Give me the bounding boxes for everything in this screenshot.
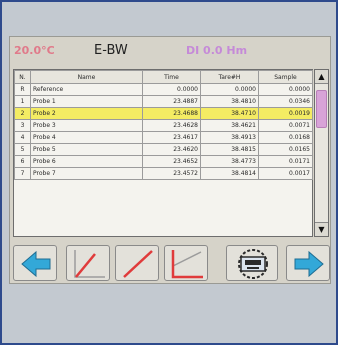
cell-tare: 38.4710: [200, 107, 259, 120]
cell-name: Reference: [30, 83, 143, 96]
table-row[interactable]: 1 Probe 1 23.4887 38.4810 0.0346: [14, 95, 313, 108]
table-header-row: N. Name Time Tare#H Sample: [14, 70, 313, 84]
chevron-down-icon[interactable]: ▼: [315, 222, 328, 236]
cell-tare: 38.4810: [200, 95, 259, 108]
header-number: N.: [14, 70, 31, 84]
table-row[interactable]: 2 Probe 2 23.4688 38.4710 0.0019: [14, 107, 313, 120]
cell-tare: 38.4621: [200, 119, 259, 132]
cell-tare: 38.4773: [200, 155, 259, 168]
cell-tare: 38.4815: [200, 143, 259, 156]
line-mode-1-button[interactable]: [66, 245, 110, 281]
header-name: Name: [30, 70, 143, 84]
cell-sample: 0.0168: [258, 131, 313, 144]
cell-time: 23.4688: [142, 107, 201, 120]
cell-name: Probe 1: [30, 95, 143, 108]
cell-time: 23.4617: [142, 131, 201, 144]
line-mode-2-button[interactable]: [115, 245, 159, 281]
cell-tare: 38.4913: [200, 131, 259, 144]
header-time: Time: [142, 70, 201, 84]
cell-time: 23.4628: [142, 119, 201, 132]
cell-sample: 0.0017: [258, 167, 313, 180]
corner-line-icon: [171, 250, 203, 279]
device-screen: 20.0°C E-BW DI 0.0 Hm N. Name Time Tare#…: [9, 36, 331, 284]
cell-sample: 0.0165: [258, 143, 313, 156]
forward-button[interactable]: [286, 245, 330, 281]
cell-number: 5: [14, 143, 31, 156]
cell-number: R: [14, 83, 31, 96]
table-row[interactable]: 5 Probe 5 23.4620 38.4815 0.0165: [14, 143, 313, 156]
cell-sample: 0.0346: [258, 95, 313, 108]
cell-number: 1: [14, 95, 31, 108]
cell-name: Probe 6: [30, 155, 143, 168]
cell-name: Probe 2: [30, 107, 143, 120]
slope-up-line-icon: [74, 250, 105, 278]
header-tare: Tare#H: [200, 70, 259, 84]
cell-number: 7: [14, 167, 31, 180]
cell-time: 23.4572: [142, 167, 201, 180]
line-mode-3-button[interactable]: [164, 245, 208, 281]
status-mode: E-BW: [94, 43, 128, 58]
arrow-right-icon: [294, 250, 324, 278]
cell-name: Probe 7: [30, 167, 143, 180]
cell-sample: 0.0171: [258, 155, 313, 168]
back-button[interactable]: [13, 245, 57, 281]
cell-number: 4: [14, 131, 31, 144]
diagonal-line-icon: [123, 250, 153, 278]
cell-name: Probe 3: [30, 119, 143, 132]
table-row[interactable]: R Reference 0.0000 0.0000 0.0000: [14, 83, 313, 96]
cell-time: 23.4887: [142, 95, 201, 108]
scroll-thumb[interactable]: [316, 90, 327, 128]
cell-time: 0.0000: [142, 83, 201, 96]
cell-sample: 0.0071: [258, 119, 313, 132]
cell-time: 23.4620: [142, 143, 201, 156]
cell-number: 6: [14, 155, 31, 168]
device-gear-icon: [238, 249, 268, 279]
cell-tare: 38.4814: [200, 167, 259, 180]
table-scrollbar[interactable]: ▲ ▼: [314, 69, 329, 237]
cell-sample: 0.0019: [258, 107, 313, 120]
status-temperature: 20.0°C: [14, 44, 55, 57]
status-bar: 20.0°C E-BW DI 0.0 Hm: [10, 37, 330, 65]
arrow-left-icon: [21, 250, 51, 278]
device-settings-button[interactable]: [226, 245, 278, 281]
bottom-toolbar: [10, 241, 330, 283]
cell-time: 23.4652: [142, 155, 201, 168]
table-row[interactable]: 6 Probe 6 23.4652 38.4773 0.0171: [14, 155, 313, 168]
cell-number: 2: [14, 107, 31, 120]
cell-tare: 0.0000: [200, 83, 259, 96]
chevron-up-icon[interactable]: ▲: [315, 70, 328, 84]
table-row[interactable]: 7 Probe 7 23.4572 38.4814 0.0017: [14, 167, 313, 180]
table-row[interactable]: 3 Probe 3 23.4628 38.4621 0.0071: [14, 119, 313, 132]
cell-number: 3: [14, 119, 31, 132]
samples-table: N. Name Time Tare#H Sample R Reference 0.0…: [13, 69, 313, 237]
table-row[interactable]: 4 Probe 4 23.4617 38.4913 0.0168: [14, 131, 313, 144]
cell-name: Probe 4: [30, 131, 143, 144]
cell-name: Probe 5: [30, 143, 143, 156]
status-info: DI 0.0 Hm: [186, 44, 248, 57]
cell-sample: 0.0000: [258, 83, 313, 96]
header-sample: Sample: [258, 70, 313, 84]
